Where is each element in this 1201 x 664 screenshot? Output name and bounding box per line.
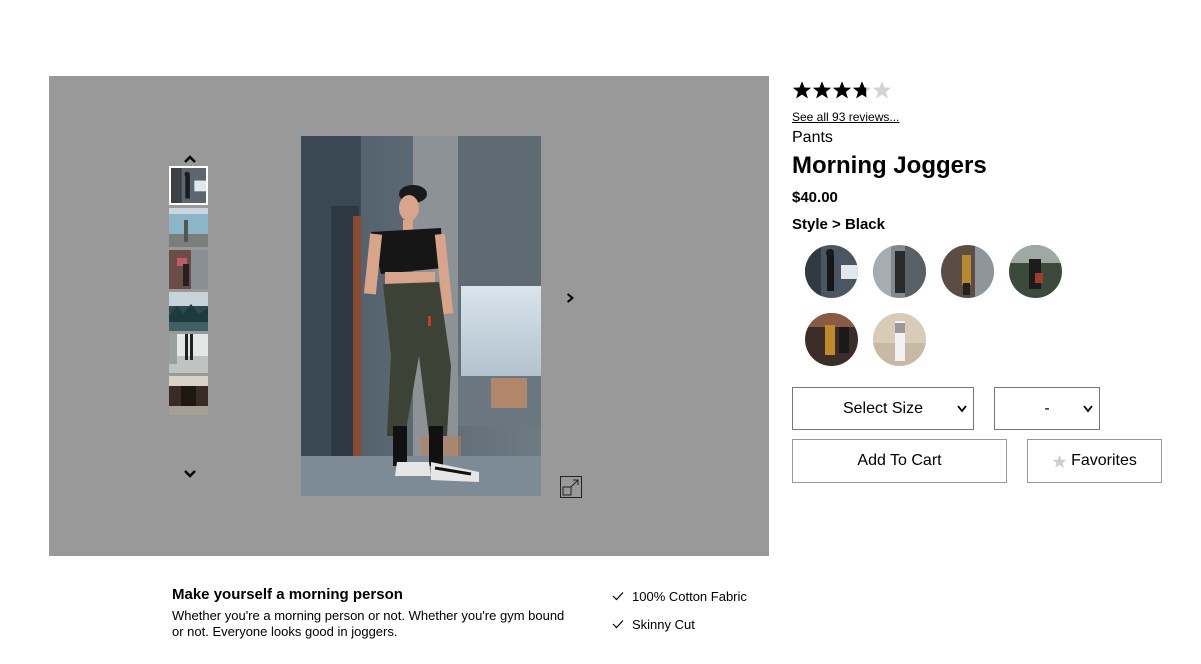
see-all-reviews-link[interactable]: See all 93 reviews... <box>792 110 899 124</box>
size-select[interactable]: Select Size <box>792 387 974 430</box>
add-to-cart-label: Add To Cart <box>857 452 942 469</box>
quantity-select[interactable]: - <box>994 387 1100 430</box>
star-icon <box>1052 454 1067 468</box>
style-option-5[interactable] <box>805 313 858 366</box>
thumbnail-6[interactable] <box>169 376 208 415</box>
product-category: Pants <box>792 129 833 146</box>
check-icon <box>612 592 624 601</box>
thumbnails-up-button[interactable] <box>179 152 201 166</box>
style-label: Style > Black <box>792 216 885 233</box>
thumbnail-list <box>169 166 210 418</box>
expand-icon <box>562 479 579 496</box>
product-description: Make yourself a morning person Whether y… <box>172 586 572 640</box>
chevron-right-icon <box>566 293 574 303</box>
style-option-3[interactable] <box>941 245 994 298</box>
product-price: $40.00 <box>792 189 838 206</box>
star-icon <box>792 81 812 99</box>
feature-list: 100% Cotton Fabric Skinny Cut <box>612 588 782 644</box>
style-option-4[interactable] <box>1009 245 1062 298</box>
thumbnails-down-button[interactable] <box>179 467 201 481</box>
feature-item: 100% Cotton Fabric <box>612 588 782 604</box>
expand-button[interactable] <box>560 476 582 498</box>
favorites-button[interactable]: Favorites <box>1027 439 1162 483</box>
feature-item: Skinny Cut <box>612 616 782 632</box>
size-select-value: Select Size <box>842 399 924 417</box>
thumbnail-1[interactable] <box>169 166 208 205</box>
add-to-cart-button[interactable]: Add To Cart <box>792 439 1007 483</box>
style-option-2[interactable] <box>873 245 926 298</box>
thumbnail-5[interactable] <box>169 334 208 373</box>
next-image-button[interactable] <box>563 290 577 306</box>
style-option-1[interactable] <box>805 245 858 298</box>
star-half-icon <box>852 81 872 99</box>
star-empty-icon <box>872 81 892 99</box>
check-icon <box>612 620 624 629</box>
star-icon <box>812 81 832 99</box>
star-icon <box>832 81 852 99</box>
chevron-down-icon <box>957 405 967 413</box>
chevron-down-icon <box>184 470 196 478</box>
chevron-up-icon <box>184 155 196 163</box>
star-rating <box>792 80 1172 100</box>
image-gallery <box>49 76 769 556</box>
chevron-down-icon <box>1083 405 1093 413</box>
thumbnail-4[interactable] <box>169 292 208 331</box>
product-name: Morning Joggers <box>792 152 987 179</box>
style-option-6[interactable] <box>873 313 926 366</box>
thumbnail-3[interactable] <box>169 250 208 289</box>
product-details: See all 93 reviews... Pants Morning Jogg… <box>792 80 1172 483</box>
main-product-photo <box>301 136 541 496</box>
description-body: Whether you're a morning person or not. … <box>172 608 565 639</box>
thumbnail-2[interactable] <box>169 208 208 247</box>
product-page: See all 93 reviews... Pants Morning Jogg… <box>0 0 1201 664</box>
favorites-label: Favorites <box>1071 452 1137 469</box>
quantity-select-value: - <box>1044 399 1050 417</box>
feature-label: Skinny Cut <box>632 616 695 632</box>
description-headline: Make yourself a morning person <box>172 586 403 603</box>
feature-label: 100% Cotton Fabric <box>632 588 747 604</box>
